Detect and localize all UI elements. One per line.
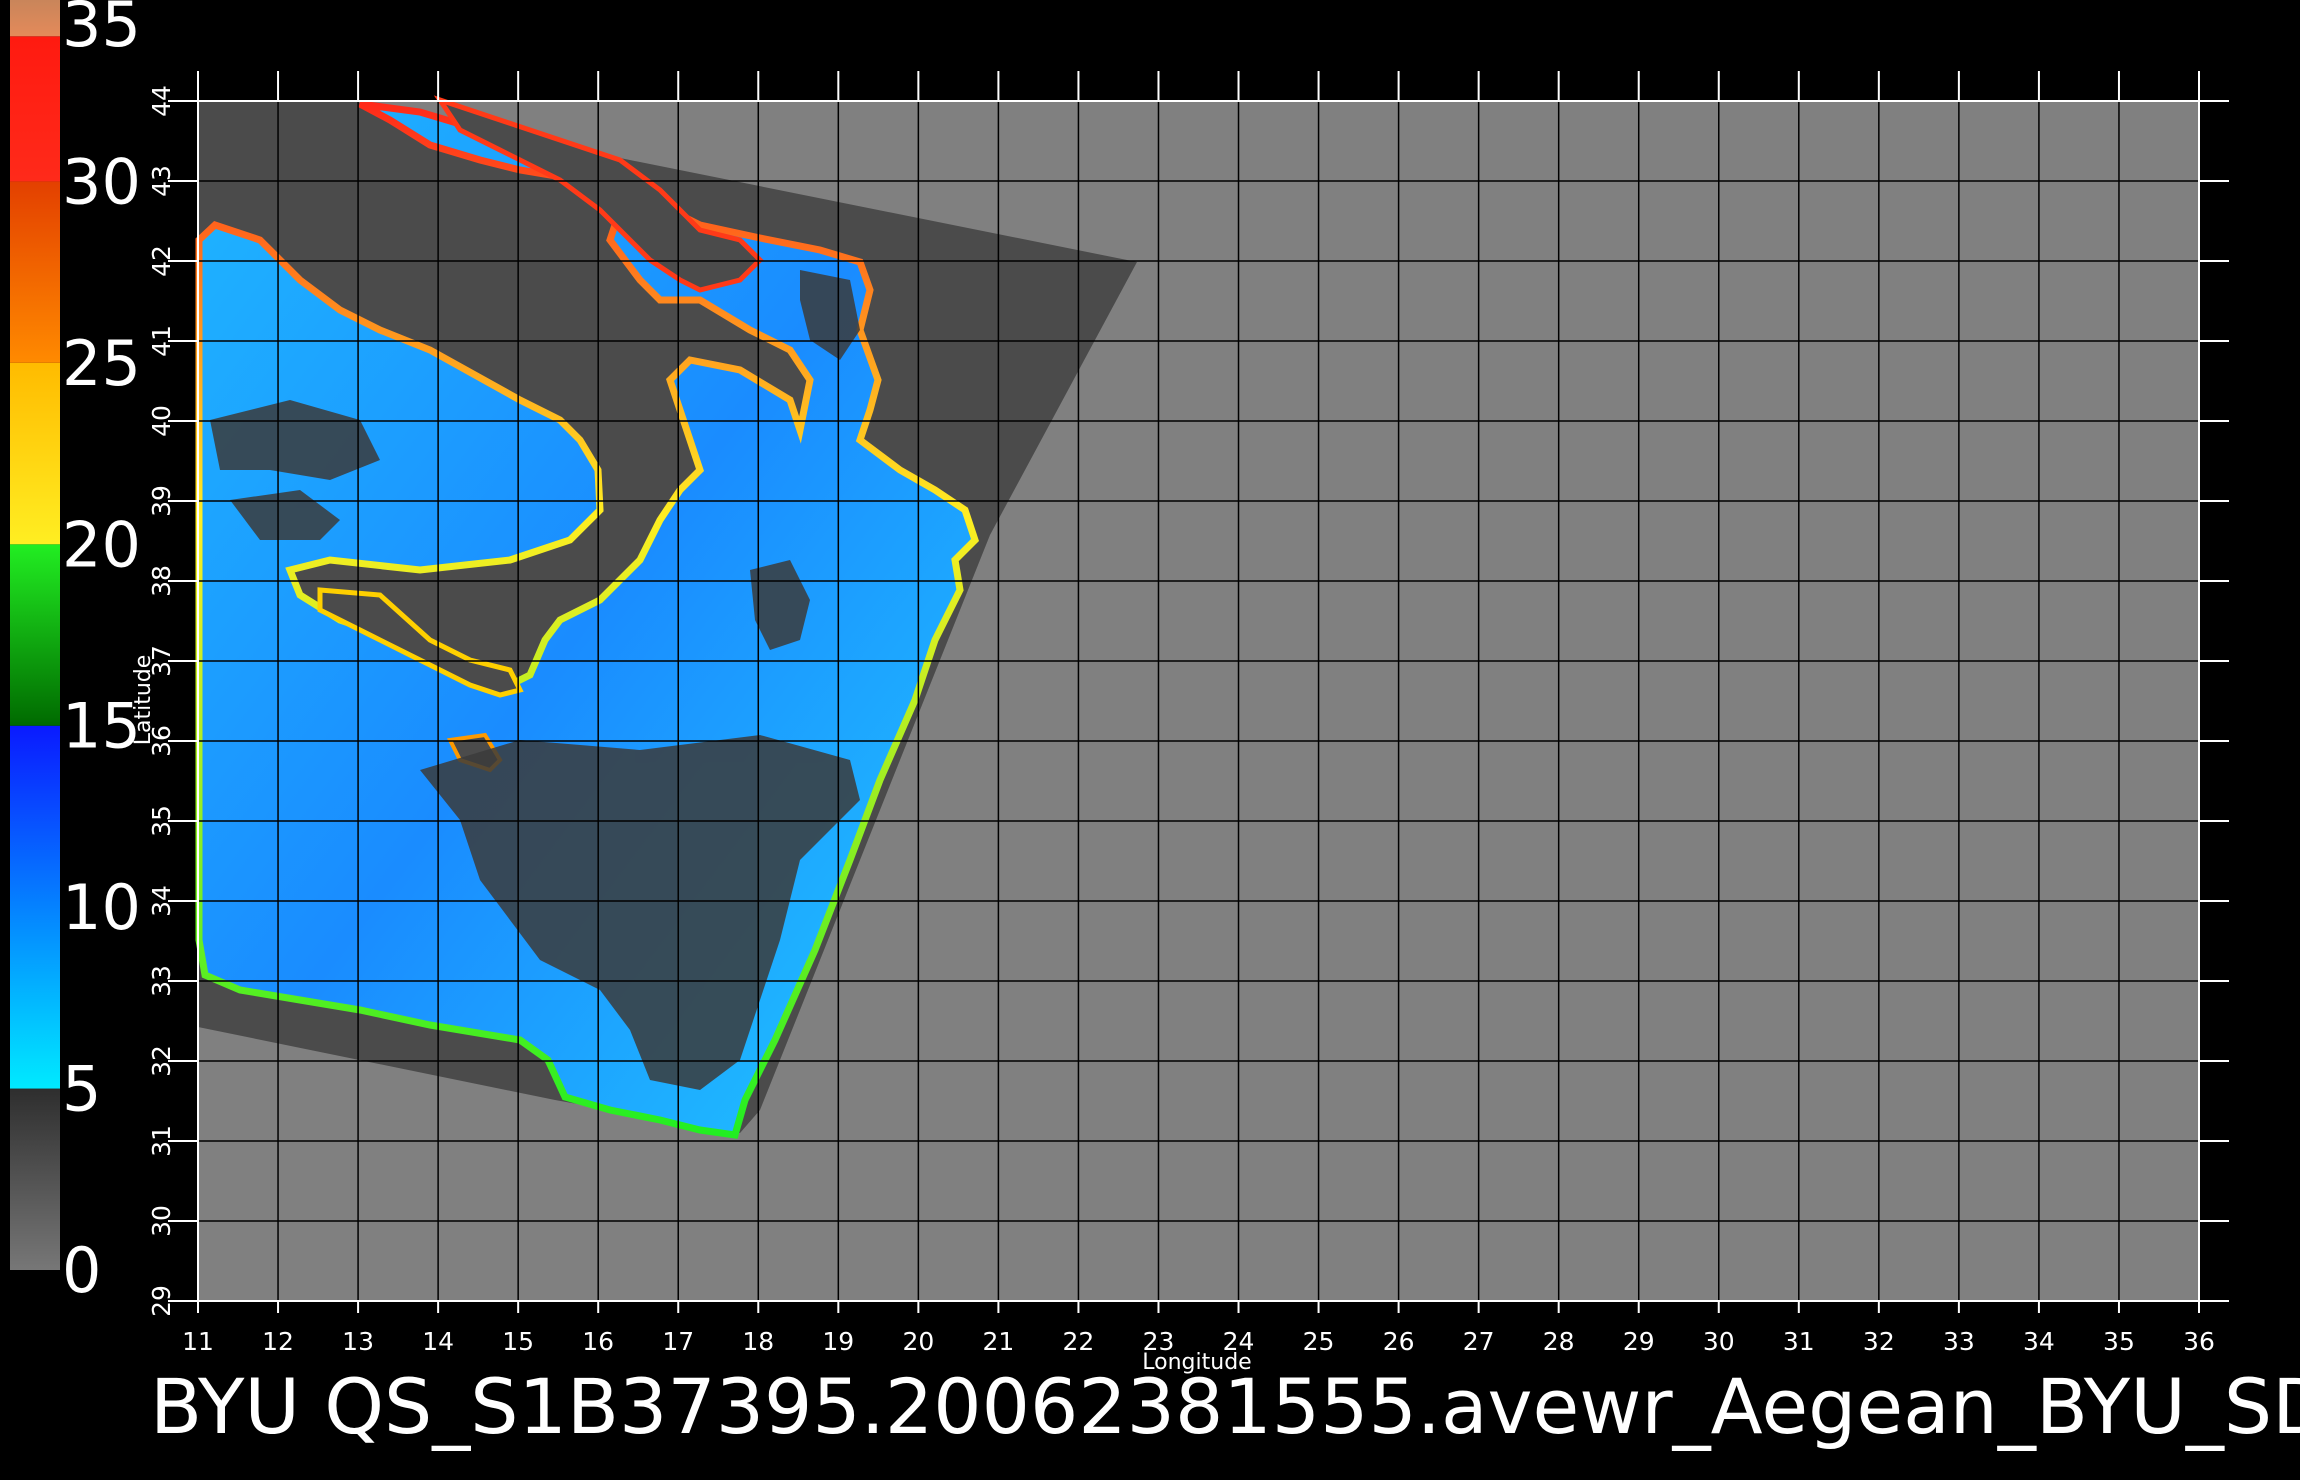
y-tick-label: 34 bbox=[147, 885, 176, 917]
y-tick-label: 35 bbox=[147, 805, 176, 837]
colorbar-label: 25 bbox=[62, 327, 141, 400]
x-tick-label: 18 bbox=[742, 1327, 774, 1356]
x-tick-label: 20 bbox=[902, 1327, 934, 1356]
colorbar-band bbox=[10, 1088, 60, 1270]
y-tick-label: 42 bbox=[147, 245, 176, 277]
y-tick-label: 40 bbox=[147, 405, 176, 437]
colorbar bbox=[10, 0, 60, 1270]
colorbar-band bbox=[10, 544, 60, 726]
x-tick-label: 28 bbox=[1543, 1327, 1575, 1356]
colorbar-band bbox=[10, 362, 60, 545]
y-tick-label: 32 bbox=[147, 1045, 176, 1077]
y-tick-label: 30 bbox=[147, 1205, 176, 1237]
colorbar-band bbox=[10, 725, 60, 1089]
x-tick-label: 29 bbox=[1623, 1327, 1655, 1356]
y-tick-label: 44 bbox=[147, 85, 176, 117]
x-tick-label: 16 bbox=[582, 1327, 614, 1356]
y-tick-label: 38 bbox=[147, 565, 176, 597]
colorbar-band bbox=[10, 181, 60, 363]
x-tick-label: 34 bbox=[2023, 1327, 2055, 1356]
colorbar-band bbox=[10, 36, 60, 182]
colorbar-labels: 0 5 10 15 20 25 30 35 bbox=[62, 0, 141, 1307]
colorbar-label: 20 bbox=[62, 508, 141, 581]
y-tick-label: 39 bbox=[147, 485, 176, 517]
x-tick-label: 22 bbox=[1063, 1327, 1095, 1356]
colorbar-label: 15 bbox=[62, 690, 141, 763]
x-tick-label: 25 bbox=[1303, 1327, 1335, 1356]
y-axis-title: Latitude bbox=[131, 655, 156, 746]
y-tick-label: 29 bbox=[147, 1285, 176, 1317]
y-tick-label: 33 bbox=[147, 965, 176, 997]
x-tick-label: 35 bbox=[2103, 1327, 2135, 1356]
x-tick-label: 14 bbox=[422, 1327, 454, 1356]
x-tick-label: 27 bbox=[1463, 1327, 1495, 1356]
x-tick-label: 12 bbox=[262, 1327, 294, 1356]
colorbar-label: 0 bbox=[62, 1234, 101, 1307]
x-tick-label: 15 bbox=[502, 1327, 534, 1356]
y-tick-label: 41 bbox=[147, 325, 176, 357]
x-tick-label: 36 bbox=[2183, 1327, 2215, 1356]
x-tick-label: 19 bbox=[822, 1327, 854, 1356]
colorbar-label: 35 bbox=[62, 0, 141, 61]
x-tick-label: 26 bbox=[1383, 1327, 1415, 1356]
y-tick-label: 43 bbox=[147, 165, 176, 197]
x-tick-label: 31 bbox=[1783, 1327, 1815, 1356]
x-tick-label: 17 bbox=[662, 1327, 694, 1356]
x-tick-label: 21 bbox=[982, 1327, 1014, 1356]
y-tick-label: 31 bbox=[147, 1125, 176, 1157]
colorbar-band bbox=[10, 0, 60, 37]
colorbar-label: 5 bbox=[62, 1053, 101, 1126]
colorbar-label: 10 bbox=[62, 871, 141, 944]
wind-map-figure: 0 5 10 15 20 25 30 35 11 12 13 14 15 16 17 18 19 20 21 22 2… bbox=[10, 0, 2300, 1451]
x-tick-label: 32 bbox=[1863, 1327, 1895, 1356]
figure-caption: BYU QS_S1B37395.20062381555.avewr_Aegean… bbox=[150, 1362, 2300, 1451]
x-tick-label: 30 bbox=[1703, 1327, 1735, 1356]
x-tick-label: 13 bbox=[342, 1327, 374, 1356]
x-tick-label: 11 bbox=[182, 1327, 214, 1356]
x-tick-label: 33 bbox=[1943, 1327, 1975, 1356]
colorbar-label: 30 bbox=[62, 145, 141, 218]
